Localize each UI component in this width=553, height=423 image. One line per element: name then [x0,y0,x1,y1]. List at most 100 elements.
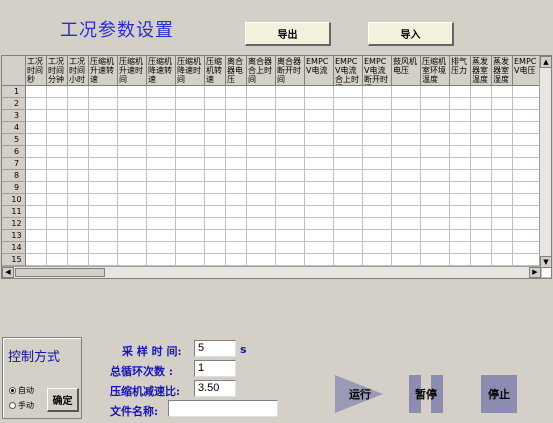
grid-cell[interactable] [392,206,421,218]
grid-cell[interactable] [176,110,205,122]
grid-cell[interactable] [47,170,68,182]
grid-cell[interactable] [68,194,89,206]
grid-cell[interactable] [334,182,363,194]
grid-cell[interactable] [89,110,118,122]
grid-cell[interactable] [305,254,334,266]
file-name-input[interactable] [168,400,278,417]
grid-cell[interactable] [450,194,471,206]
grid-cell[interactable] [492,86,513,98]
grid-cell[interactable] [276,110,305,122]
grid-cell[interactable] [421,170,450,182]
column-header[interactable]: 工况时间分钟 [47,56,68,86]
grid-cell[interactable] [89,194,118,206]
grid-cell[interactable] [276,230,305,242]
grid-cell[interactable] [421,194,450,206]
vertical-scrollbar[interactable]: ▲ ▼ [539,56,551,268]
grid-cell[interactable] [334,158,363,170]
grid-cell[interactable] [513,122,542,134]
grid-cell[interactable] [89,218,118,230]
horizontal-scrollbar[interactable]: ◀ ▶ [2,266,541,278]
grid-cell[interactable] [68,182,89,194]
scroll-thumb[interactable] [15,268,105,277]
row-number[interactable]: 14 [2,242,26,254]
grid-cell[interactable] [492,146,513,158]
grid-cell[interactable] [363,182,392,194]
grid-cell[interactable] [392,86,421,98]
grid-cell[interactable] [450,122,471,134]
grid-cell[interactable] [205,122,226,134]
grid-cell[interactable] [492,110,513,122]
grid-cell[interactable] [305,206,334,218]
grid-cell[interactable] [68,170,89,182]
grid-cell[interactable] [450,86,471,98]
radio-auto[interactable]: 自动 [9,385,34,396]
column-header[interactable]: 离合器电压 [226,56,247,86]
grid-cell[interactable] [421,206,450,218]
grid-cell[interactable] [471,134,492,146]
row-number[interactable]: 8 [2,170,26,182]
grid-cell[interactable] [47,122,68,134]
grid-cell[interactable] [471,170,492,182]
grid-cell[interactable] [392,122,421,134]
grid-cell[interactable] [176,122,205,134]
grid-cell[interactable] [513,182,542,194]
grid-cell[interactable] [334,86,363,98]
grid-cell[interactable] [334,98,363,110]
grid-cell[interactable] [118,218,147,230]
grid-cell[interactable] [392,98,421,110]
grid-cell[interactable] [492,158,513,170]
grid-cell[interactable] [176,170,205,182]
grid-cell[interactable] [471,242,492,254]
grid-cell[interactable] [513,242,542,254]
grid-cell[interactable] [492,134,513,146]
grid-cell[interactable] [334,206,363,218]
grid-cell[interactable] [421,110,450,122]
grid-cell[interactable] [305,194,334,206]
grid-cell[interactable] [247,218,276,230]
grid-cell[interactable] [176,230,205,242]
sample-time-input[interactable]: 5 [194,340,236,357]
grid-cell[interactable] [492,218,513,230]
grid-cell[interactable] [305,182,334,194]
grid-cell[interactable] [276,242,305,254]
grid-cell[interactable] [471,98,492,110]
grid-cell[interactable] [276,206,305,218]
grid-cell[interactable] [118,206,147,218]
scroll-right-icon[interactable]: ▶ [529,267,541,278]
grid-cell[interactable] [363,158,392,170]
column-header[interactable]: 排气压力 [450,56,471,86]
grid-cell[interactable] [334,146,363,158]
grid-cell[interactable] [26,230,47,242]
grid-cell[interactable] [363,110,392,122]
grid-cell[interactable] [247,86,276,98]
grid-cell[interactable] [450,206,471,218]
grid-cell[interactable] [363,134,392,146]
grid-cell[interactable] [363,254,392,266]
grid-cell[interactable] [26,194,47,206]
grid-cell[interactable] [89,122,118,134]
grid-cell[interactable] [513,134,542,146]
grid-cell[interactable] [471,230,492,242]
grid-cell[interactable] [471,194,492,206]
grid-cell[interactable] [334,218,363,230]
grid-cell[interactable] [363,122,392,134]
column-header[interactable]: 工况时间小时 [68,56,89,86]
grid-cell[interactable] [471,122,492,134]
grid-cell[interactable] [450,182,471,194]
row-number[interactable]: 3 [2,110,26,122]
row-number[interactable]: 9 [2,182,26,194]
grid-cell[interactable] [226,158,247,170]
grid-cell[interactable] [147,194,176,206]
grid-cell[interactable] [363,230,392,242]
grid-cell[interactable] [205,242,226,254]
grid-cell[interactable] [147,230,176,242]
grid-cell[interactable] [276,146,305,158]
grid-cell[interactable] [47,158,68,170]
row-number[interactable]: 6 [2,146,26,158]
grid-cell[interactable] [305,242,334,254]
grid-cell[interactable] [226,182,247,194]
grid-cell[interactable] [276,122,305,134]
grid-cell[interactable] [226,134,247,146]
grid-cell[interactable] [205,158,226,170]
grid-cell[interactable] [47,254,68,266]
